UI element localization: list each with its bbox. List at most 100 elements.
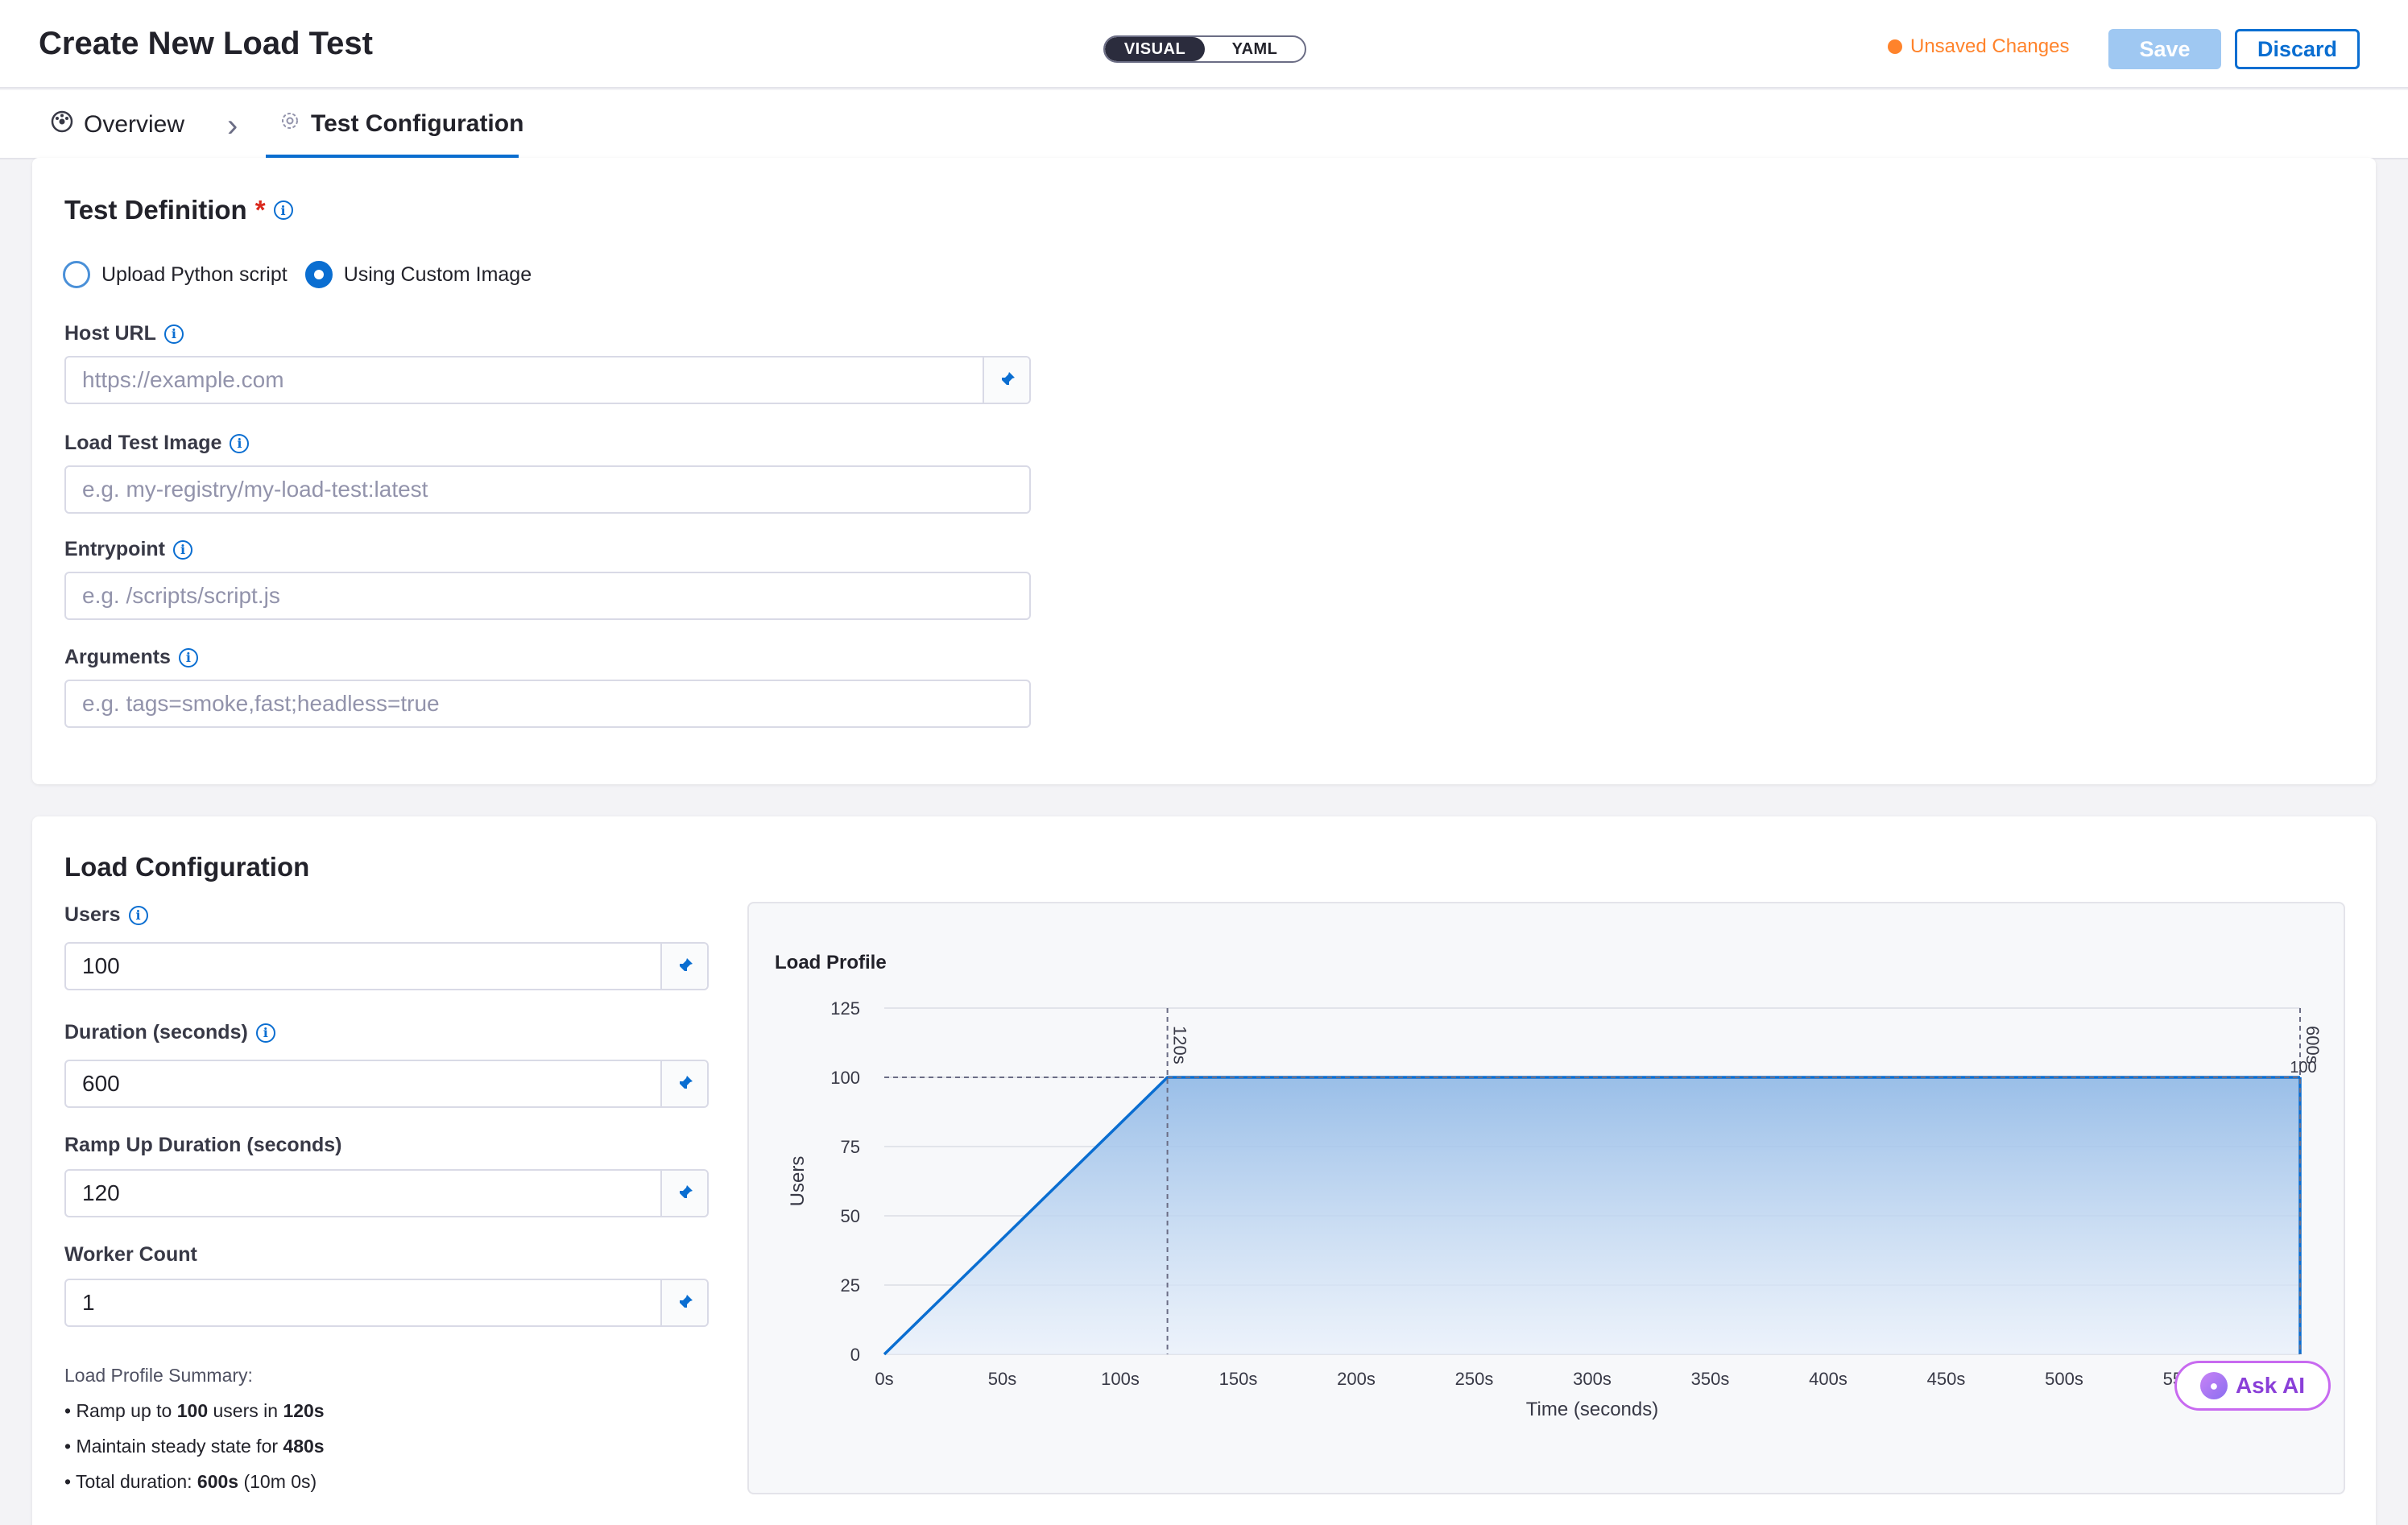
summary-total-time: 600s (197, 1471, 239, 1492)
x-tick-label: 350s (1691, 1369, 1730, 1389)
summary-line-total: • Total duration: 600s (10m 0s) (64, 1464, 325, 1499)
test-definition-heading: Test Definition (64, 195, 247, 225)
ramp-up-label: Ramp Up Duration (seconds) (64, 1134, 341, 1157)
chart-svg: 0 25 50 75 100 125 0s 50s 100s 150s 200s 250s 300s 35… (787, 998, 2323, 1420)
radio-image-label: Using Custom Image (343, 262, 532, 286)
pin-icon[interactable] (660, 1171, 707, 1216)
radio-custom-image[interactable]: Using Custom Image (304, 261, 532, 288)
pin-icon[interactable] (983, 357, 1029, 403)
y-tick-label: 125 (830, 998, 860, 1019)
tab-overview-label: Overview (84, 111, 185, 138)
arguments-placeholder: e.g. tags=smoke,fast;headless=true (82, 691, 440, 716)
image-placeholder: e.g. my-registry/my-load-test:latest (82, 477, 428, 502)
ramp-up-input[interactable]: 120 (64, 1169, 709, 1217)
ask-ai-button[interactable]: ● Ask AI (2174, 1361, 2331, 1411)
toggle-yaml[interactable]: YAML (1205, 37, 1305, 61)
host-url-input[interactable]: https://example.com (64, 356, 1031, 404)
summary-text: • Ramp up to (64, 1400, 177, 1421)
ask-ai-label: Ask AI (2235, 1373, 2306, 1398)
ai-assistant-icon: ● (2199, 1372, 2228, 1399)
worker-count-input[interactable]: 1 (64, 1279, 709, 1327)
area-fill (884, 1077, 2300, 1354)
users-label-text: Users (64, 903, 121, 926)
tab-config-label: Test Configuration (311, 110, 524, 137)
users-input[interactable]: 100 (64, 942, 709, 990)
x-tick-label: 400s (1809, 1369, 1847, 1389)
step-tabs: Overview › Test Configuration (0, 90, 2408, 159)
summary-ramp-time: 120s (283, 1400, 325, 1421)
toggle-visual[interactable]: VISUAL (1105, 37, 1205, 61)
pin-icon[interactable] (660, 944, 707, 989)
y-tick-label: 75 (841, 1137, 860, 1157)
info-icon[interactable]: i (273, 200, 293, 220)
pin-icon[interactable] (660, 1280, 707, 1325)
entrypoint-placeholder: e.g. /scripts/script.js (82, 583, 280, 608)
ramp-label-text: Ramp Up Duration (seconds) (64, 1134, 342, 1156)
summary-text: • Total duration: (64, 1471, 197, 1492)
gear-icon (279, 110, 301, 138)
load-configuration-title: Load Configuration (64, 852, 310, 882)
ramp-value: 120 (82, 1180, 120, 1205)
summary-line-ramp: • Ramp up to 100 users in 120s (64, 1393, 325, 1428)
arguments-label-text: Arguments (64, 646, 171, 668)
discard-button[interactable]: Discard (2235, 29, 2360, 69)
x-axis-label: Time (seconds) (1526, 1399, 1658, 1420)
test-definition-card: Test Definition * i Upload Python script… (32, 158, 2376, 784)
arguments-input[interactable]: e.g. tags=smoke,fast;headless=true (64, 680, 1031, 728)
load-configuration-card: Load Configuration Users i 100 Duration … (32, 816, 2376, 1525)
duration-label-text: Duration (seconds) (64, 1021, 248, 1044)
definition-type-radios: Upload Python script Using Custom Image (63, 261, 535, 288)
radio-unchecked-icon[interactable] (63, 261, 90, 288)
info-icon[interactable]: i (173, 539, 192, 560)
radio-upload-python[interactable]: Upload Python script (63, 261, 288, 288)
info-icon[interactable]: i (163, 324, 184, 344)
page-title: Create New Load Test (39, 26, 373, 61)
radio-checked-icon[interactable] (304, 261, 333, 288)
arguments-label: Arguments i (64, 646, 198, 669)
info-icon[interactable]: i (230, 433, 250, 453)
save-button[interactable]: Save (2108, 29, 2221, 69)
tab-test-configuration[interactable]: Test Configuration (279, 110, 523, 138)
summary-line-steady: • Maintain steady state for 480s (64, 1428, 325, 1464)
unsaved-indicator: Unsaved Changes (1888, 35, 2069, 58)
unsaved-dot-icon (1888, 39, 1902, 54)
host-url-label-text: Host URL (64, 322, 156, 345)
x-tick-label: 300s (1573, 1369, 1612, 1389)
summary-text: users in (208, 1400, 283, 1421)
summary-text: (10m 0s) (238, 1471, 317, 1492)
tab-overview[interactable]: Overview (50, 110, 184, 140)
pin-icon[interactable] (660, 1061, 707, 1106)
required-mark: * (254, 195, 266, 225)
load-profile-summary: Load Profile Summary: • Ramp up to 100 u… (64, 1358, 325, 1499)
x-tick-label: 250s (1455, 1369, 1494, 1389)
x-tick-label: 500s (2045, 1369, 2083, 1389)
top-bar: Create New Load Test VISUAL YAML Unsaved… (0, 0, 2408, 89)
workers-value: 1 (82, 1290, 95, 1315)
duration-value: 600 (82, 1071, 120, 1096)
x-tick-label: 50s (988, 1369, 1016, 1389)
y-tick-label: 0 (850, 1345, 860, 1365)
worker-count-label: Worker Count (64, 1243, 197, 1267)
workers-label-text: Worker Count (64, 1243, 197, 1266)
radio-python-label: Upload Python script (101, 262, 288, 286)
users-label: Users i (64, 903, 148, 927)
test-definition-title: Test Definition * i (64, 195, 293, 225)
duration-label: Duration (seconds) i (64, 1021, 275, 1044)
view-mode-toggle[interactable]: VISUAL YAML (1103, 35, 1306, 63)
entrypoint-input[interactable]: e.g. /scripts/script.js (64, 572, 1031, 620)
duration-input[interactable]: 600 (64, 1060, 709, 1108)
x-tick-label: 0s (875, 1369, 893, 1389)
info-icon[interactable]: i (255, 1023, 275, 1043)
host-url-placeholder: https://example.com (82, 367, 284, 392)
x-tick-label: 200s (1337, 1369, 1376, 1389)
unsaved-label: Unsaved Changes (1910, 35, 2070, 57)
image-label-text: Load Test Image (64, 432, 222, 454)
annotation-label: 120s (1170, 1026, 1190, 1064)
info-icon[interactable]: i (178, 647, 198, 667)
entrypoint-label-text: Entrypoint (64, 538, 165, 560)
x-tick-label: 150s (1219, 1369, 1258, 1389)
y-tick-label: 50 (841, 1206, 860, 1226)
y-tick-label: 25 (841, 1275, 860, 1296)
info-icon[interactable]: i (128, 905, 148, 925)
load-test-image-input[interactable]: e.g. my-registry/my-load-test:latest (64, 465, 1031, 514)
